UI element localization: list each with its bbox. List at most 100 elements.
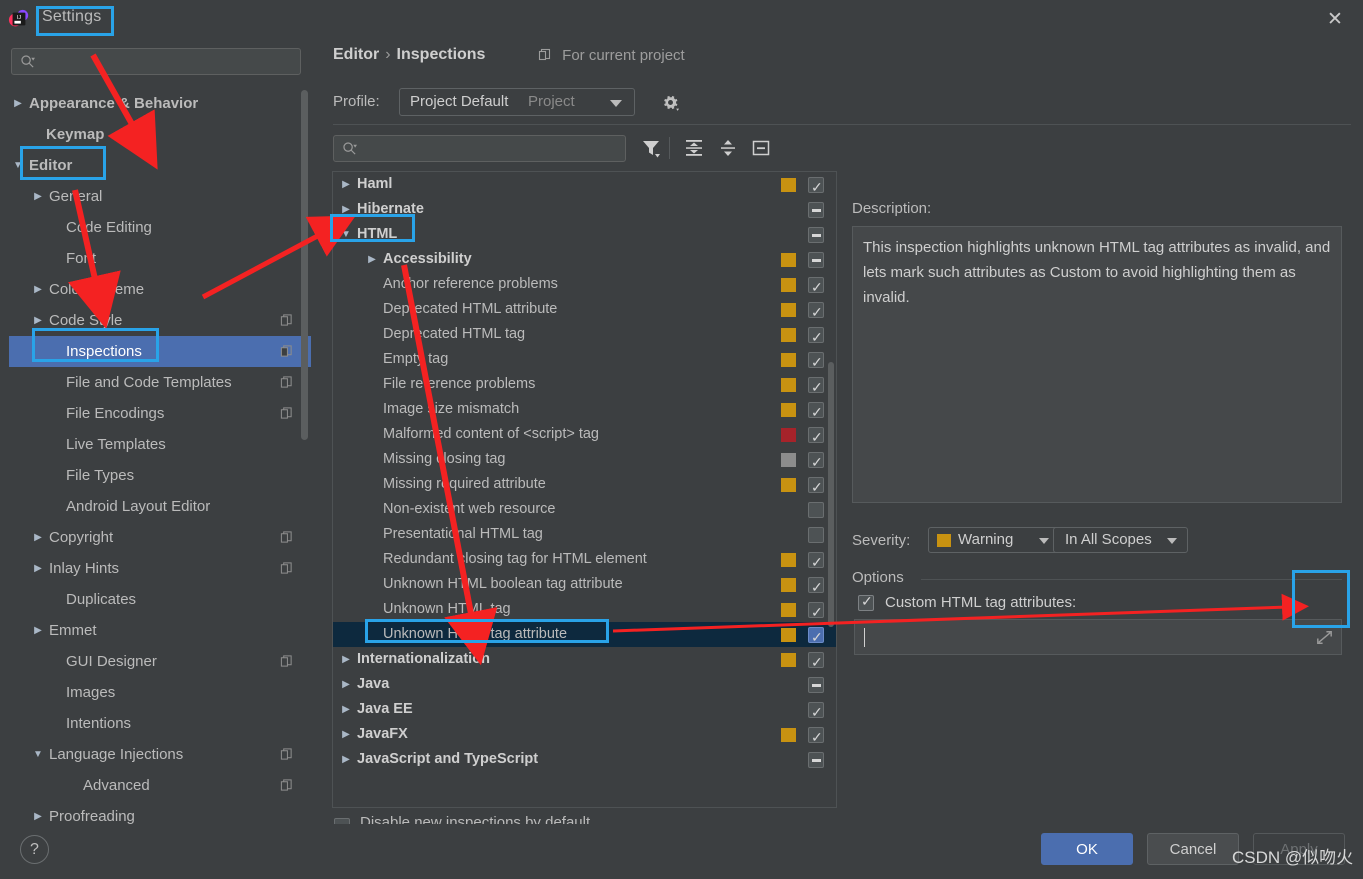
help-button[interactable]: ? [20,835,49,864]
inspection-row[interactable]: Non-existent web resource [333,497,836,522]
inspection-enabled-checkbox[interactable] [808,475,824,500]
chevron-right-icon[interactable]: ▶ [339,672,353,697]
inspection-enabled-checkbox[interactable] [808,625,824,650]
inspection-row[interactable]: Empty tag [333,347,836,375]
inspection-row[interactable]: ▶ Internationalization [333,647,836,675]
inspection-row[interactable]: Unknown HTML tag attribute [333,622,836,650]
sidebar-item-live-templates[interactable]: Live Templates [9,429,311,460]
sidebar-item-gui-designer[interactable]: GUI Designer [9,646,311,677]
chevron-right-icon[interactable]: ▶ [31,801,45,824]
inspection-row[interactable]: ▶ Haml [333,172,836,200]
filter-icon[interactable] [638,135,664,161]
sidebar-item-color-scheme[interactable]: ▶ Color Scheme [9,274,311,305]
inspection-enabled-checkbox[interactable] [808,425,824,450]
chevron-down-icon[interactable]: ▼ [31,739,45,770]
breadcrumb-parent[interactable]: Editor [333,46,379,63]
sidebar-item-code-editing[interactable]: Code Editing [9,212,311,243]
inspection-enabled-checkbox[interactable] [808,527,824,543]
chevron-down-icon[interactable]: ▼ [339,222,353,247]
sidebar-item-code-style[interactable]: ▶ Code Style [9,305,311,336]
chevron-right-icon[interactable]: ▶ [31,553,45,584]
sidebar-item-file-types[interactable]: File Types [9,460,311,491]
inspection-enabled-checkbox[interactable] [808,400,824,425]
inspection-enabled-checkbox[interactable] [808,202,824,218]
inspection-enabled-checkbox[interactable] [808,275,824,300]
inspection-enabled-checkbox[interactable] [808,227,824,243]
sidebar-item-intentions[interactable]: Intentions [9,708,311,739]
inspection-enabled-checkbox[interactable] [808,650,824,675]
chevron-right-icon[interactable]: ▶ [339,172,353,197]
inspection-enabled-checkbox[interactable] [808,752,824,768]
sidebar-search-input[interactable] [11,48,301,75]
inspection-row[interactable]: Image size mismatch [333,397,836,425]
cancel-button[interactable]: Cancel [1147,833,1239,865]
inspection-row[interactable]: ▶ JavaFX [333,722,836,750]
inspection-enabled-checkbox[interactable] [808,550,824,575]
chevron-right-icon[interactable]: ▶ [365,247,379,272]
custom-html-attributes-checkbox[interactable] [858,593,874,611]
sidebar-item-font[interactable]: Font [9,243,311,274]
chevron-down-icon[interactable]: ▼ [11,150,25,181]
inspection-row[interactable]: Anchor reference problems [333,272,836,300]
inspection-row[interactable]: ▶ Hibernate [333,197,836,222]
inspection-row[interactable]: Unknown HTML tag [333,597,836,625]
inspections-scrollbar[interactable] [828,362,834,627]
inspection-enabled-checkbox[interactable] [808,300,824,325]
chevron-right-icon[interactable]: ▶ [31,181,45,212]
inspection-row[interactable]: ▶ Java [333,672,836,697]
inspection-row[interactable]: File reference problems [333,372,836,400]
collapse-all-icon[interactable] [715,135,741,161]
custom-html-attributes-input[interactable] [854,619,1342,655]
inspection-row[interactable]: Unknown HTML boolean tag attribute [333,572,836,600]
severity-dropdown[interactable]: Warning [928,527,1060,553]
copy-settings-icon[interactable] [280,344,293,358]
sidebar-item-keymap[interactable]: Keymap [9,119,311,150]
scope-dropdown[interactable]: In All Scopes [1053,527,1188,553]
inspection-enabled-checkbox[interactable] [808,677,824,693]
expand-all-icon[interactable] [681,135,707,161]
sidebar-item-android-layout-editor[interactable]: Android Layout Editor [9,491,311,522]
sidebar-item-emmet[interactable]: ▶ Emmet [9,615,311,646]
sidebar-item-appearance-behavior[interactable]: ▶ Appearance & Behavior [9,88,311,119]
chevron-right-icon[interactable]: ▶ [339,747,353,772]
inspection-row[interactable]: Deprecated HTML tag [333,322,836,350]
inspection-enabled-checkbox[interactable] [808,700,824,725]
sidebar-item-inlay-hints[interactable]: ▶ Inlay Hints [9,553,311,584]
chevron-right-icon[interactable]: ▶ [339,197,353,222]
chevron-right-icon[interactable]: ▶ [339,697,353,722]
sidebar-scrollbar[interactable] [301,90,308,440]
copy-settings-icon[interactable] [280,375,293,389]
inspection-row[interactable]: ▶ Accessibility [333,247,836,272]
chevron-right-icon[interactable]: ▶ [31,274,45,305]
copy-settings-icon[interactable] [280,313,293,327]
sidebar-item-images[interactable]: Images [9,677,311,708]
chevron-right-icon[interactable]: ▶ [31,522,45,553]
inspection-enabled-checkbox[interactable] [808,325,824,350]
inspection-enabled-checkbox[interactable] [808,375,824,400]
inspection-row[interactable]: ▶ JavaScript and TypeScript [333,747,836,772]
chevron-right-icon[interactable]: ▶ [339,647,353,672]
expand-field-icon[interactable] [1314,627,1335,648]
inspection-row[interactable]: Redundant closing tag for HTML element [333,547,836,575]
inspection-enabled-checkbox[interactable] [808,175,824,200]
sidebar-item-copyright[interactable]: ▶ Copyright [9,522,311,553]
gear-icon[interactable] [661,93,680,112]
inspection-row[interactable]: Missing closing tag [333,447,836,475]
inspection-row[interactable]: ▼ HTML [333,222,836,247]
sidebar-item-general[interactable]: ▶ General [9,181,311,212]
inspection-enabled-checkbox[interactable] [808,350,824,375]
inspection-row[interactable]: Presentational HTML tag [333,522,836,547]
profile-dropdown[interactable]: Project Default Project [399,88,635,116]
collapse-panel-icon[interactable] [748,135,774,161]
sidebar-item-file-encodings[interactable]: File Encodings [9,398,311,429]
inspection-row[interactable]: Missing required attribute [333,472,836,500]
sidebar-item-language-injections[interactable]: ▼ Language Injections [9,739,311,770]
chevron-right-icon[interactable]: ▶ [31,305,45,336]
close-icon[interactable]: ✕ [1323,8,1347,32]
copy-settings-icon[interactable] [280,654,293,668]
inspections-tree-panel[interactable]: ▶Haml▶Hibernate▼HTML▶AccessibilityAnchor… [332,171,837,808]
inspection-enabled-checkbox[interactable] [808,575,824,600]
inspections-search-input[interactable] [333,135,626,162]
inspection-row[interactable]: ▶ Java EE [333,697,836,725]
sidebar-item-file-and-code-templates[interactable]: File and Code Templates [9,367,311,398]
